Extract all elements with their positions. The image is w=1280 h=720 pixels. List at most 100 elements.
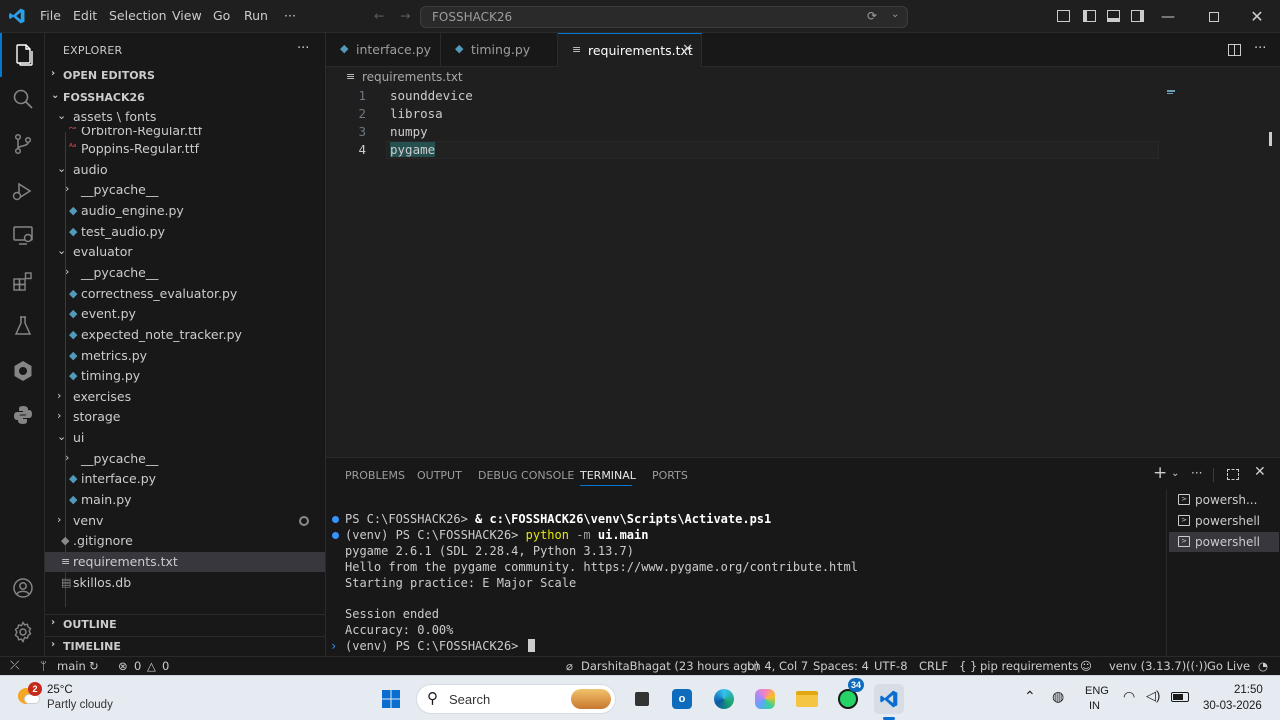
tree-file[interactable]: ◆ main.py <box>45 490 325 510</box>
new-terminal-icon[interactable]: + <box>1153 463 1167 483</box>
code-line[interactable]: 2 librosa <box>326 105 1266 123</box>
tree-file[interactable]: ◆ expected_note_tracker.py <box>45 325 325 345</box>
language-bottom[interactable]: IN <box>1089 700 1100 712</box>
breadcrumb[interactable]: ≡ requirements.txt <box>326 67 1280 87</box>
python-icon[interactable] <box>0 393 45 437</box>
cursor-position[interactable]: Ln 4, Col 7 <box>747 659 808 673</box>
git-branch[interactable]: main <box>57 659 86 673</box>
tree-file[interactable]: ≡ requirements.txt <box>45 552 325 572</box>
end-of-line[interactable]: CRLF <box>919 659 948 673</box>
tree-file[interactable]: ◆ metrics.py <box>45 346 325 366</box>
minimize-button[interactable]: — <box>1145 0 1191 33</box>
weather-icon[interactable]: 2 <box>18 682 42 704</box>
tree-folder[interactable]: › storage <box>45 407 325 427</box>
notifications-icon[interactable]: ◔ <box>1258 659 1268 673</box>
tree-file[interactable]: ◆ test_audio.py <box>45 222 325 242</box>
menu-selection[interactable]: Selection <box>109 8 167 23</box>
start-button[interactable] <box>376 684 406 714</box>
whatsapp-icon[interactable]: 34 <box>833 678 865 714</box>
split-editor-icon[interactable] <box>1228 44 1241 56</box>
go-live[interactable]: Go Live <box>1207 659 1250 673</box>
vscode-taskbar-icon[interactable] <box>874 684 904 720</box>
tree-folder[interactable]: › exercises <box>45 387 325 407</box>
explorer-icon[interactable] <box>0 33 45 77</box>
layout-toggle-icon[interactable] <box>1057 10 1070 22</box>
terminal-more-actions-icon[interactable]: ··· <box>1191 466 1202 480</box>
maximize-button[interactable] <box>1191 0 1237 33</box>
copilot-icon[interactable]: ⟳ <box>867 9 877 23</box>
edge-icon[interactable] <box>709 684 739 714</box>
close-tab-icon[interactable]: ✕ <box>682 42 693 57</box>
clock-time[interactable]: 21:50 <box>1234 684 1263 696</box>
tab-ports[interactable]: PORTS <box>652 469 688 482</box>
run-debug-icon[interactable] <box>0 169 45 213</box>
code-line[interactable]: 4 pygame <box>326 141 1266 159</box>
terminal-prompt-line[interactable]: (venv) PS C:\FOSSHACK26> <box>345 639 535 655</box>
meet-now-icon[interactable]: ◍ <box>1052 688 1064 705</box>
settings-gear-icon[interactable] <box>0 610 45 654</box>
nav-forward-icon[interactable]: → <box>400 8 410 23</box>
editor-scrollbar[interactable] <box>1269 132 1272 146</box>
command-center-search[interactable]: FOSSHACK26 ⟳ ⌄ <box>420 6 908 28</box>
menu-view[interactable]: View <box>172 8 202 23</box>
tree-folder[interactable]: ⌄ ui <box>45 428 325 448</box>
menu-edit[interactable]: Edit <box>73 8 97 23</box>
toggle-panel-icon[interactable] <box>1107 10 1120 22</box>
git-blame[interactable]: DarshitaBhagat (23 hours ago) <box>581 659 759 673</box>
file-explorer-icon[interactable] <box>792 684 822 714</box>
open-editors-section[interactable]: › OPEN EDITORS <box>45 66 325 86</box>
menu-run[interactable]: Run <box>244 8 268 23</box>
tab-timing-py[interactable]: ◆ timing.py <box>441 33 558 67</box>
remote-explorer-icon[interactable] <box>0 213 45 257</box>
chevron-down-icon[interactable]: ⌄ <box>1171 468 1179 479</box>
taskbar-search[interactable]: ⚲ Search <box>416 684 616 714</box>
toggle-secondary-sidebar-icon[interactable] <box>1131 10 1144 22</box>
copilot-app-icon[interactable] <box>750 684 780 714</box>
warnings-icon[interactable]: △ <box>147 659 156 673</box>
maximize-panel-icon[interactable] <box>1227 469 1239 480</box>
language-mode[interactable]: pip requirements <box>980 659 1078 673</box>
timeline-section[interactable]: › TIMELINE <box>45 636 325 656</box>
tree-folder[interactable]: › __pycache__ <box>45 180 325 200</box>
sync-icon[interactable]: ↻ <box>89 659 99 673</box>
tree-file[interactable]: ▤ skillos.db <box>45 573 325 593</box>
command-decoration-icon[interactable] <box>332 532 339 539</box>
source-control-icon[interactable] <box>0 122 45 166</box>
task-view-icon[interactable] <box>627 684 657 714</box>
battery-icon[interactable] <box>1171 692 1189 702</box>
clock-date[interactable]: 30-03-2026 <box>1203 700 1262 712</box>
command-decoration-icon[interactable] <box>332 516 339 523</box>
tree-file[interactable]: ◆ event.py <box>45 304 325 324</box>
weather-temp[interactable]: 25°C <box>47 684 73 696</box>
language-top[interactable]: ENG <box>1085 685 1109 697</box>
terminal-output[interactable]: PS C:\FOSSHACK26> & c:\FOSSHACK26\venv\S… <box>326 510 1164 702</box>
explorer-more-actions-icon[interactable]: ··· <box>297 41 309 56</box>
tree-folder[interactable]: › __pycache__ <box>45 263 325 283</box>
menu-more[interactable]: ··· <box>284 8 296 23</box>
tab-output[interactable]: OUTPUT <box>417 469 462 482</box>
gitlens-icon[interactable] <box>0 349 45 393</box>
nav-back-icon[interactable]: ← <box>374 8 384 23</box>
search-icon[interactable] <box>0 77 45 121</box>
tab-problems[interactable]: PROBLEMS <box>345 469 405 482</box>
close-window-button[interactable]: ✕ <box>1234 0 1280 33</box>
tree-folder[interactable]: › __pycache__ <box>45 449 325 469</box>
tab-interface-py[interactable]: ◆ interface.py <box>326 33 441 67</box>
tree-file[interactable]: ◆ interface.py <box>45 469 325 489</box>
testing-icon[interactable] <box>0 304 45 348</box>
terminal-instance-2[interactable]: > powershell <box>1169 511 1279 531</box>
workspace-root-section[interactable]: ⌄ FOSSHACK26 <box>45 88 325 108</box>
volume-icon[interactable]: ◁) <box>1146 688 1160 704</box>
outlook-icon[interactable]: o <box>667 684 697 714</box>
menu-file[interactable]: File <box>40 8 61 23</box>
tree-folder[interactable]: ⌄ evaluator <box>45 242 325 262</box>
tab-terminal[interactable]: TERMINAL <box>580 469 636 482</box>
editor-more-actions-icon[interactable]: ··· <box>1254 41 1266 56</box>
errors-icon[interactable]: ⊗ <box>118 659 128 673</box>
indentation[interactable]: Spaces: 4 <box>813 659 869 673</box>
outline-section[interactable]: › OUTLINE <box>45 614 325 634</box>
close-panel-icon[interactable]: ✕ <box>1254 464 1266 480</box>
tree-file[interactable]: ◆ correctness_evaluator.py <box>45 284 325 304</box>
tree-file[interactable]: ◆ timing.py <box>45 366 325 386</box>
code-line[interactable]: 1 sounddevice <box>326 87 1266 105</box>
